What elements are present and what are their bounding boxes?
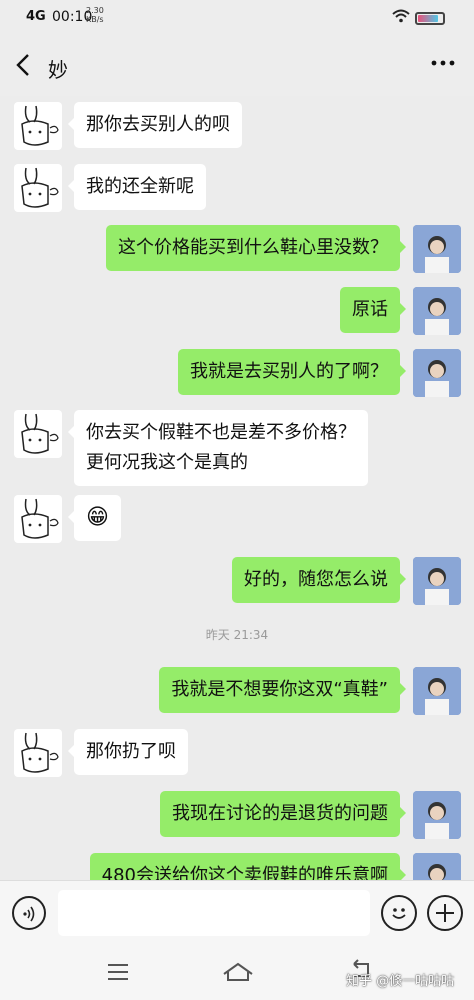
self-avatar[interactable] bbox=[413, 791, 461, 839]
self-avatar[interactable] bbox=[413, 349, 461, 397]
chevron-left-icon bbox=[16, 54, 29, 76]
user-photo-avatar-icon bbox=[413, 349, 461, 397]
contact-avatar[interactable] bbox=[14, 729, 62, 777]
emoji-icon bbox=[392, 908, 406, 919]
status-bar: 4G 00:10 2.30 KB/s bbox=[0, 0, 474, 38]
message-line: 更何况我这个是真的 bbox=[86, 452, 248, 473]
home-icon bbox=[223, 962, 253, 981]
user-photo-avatar-icon bbox=[413, 853, 461, 880]
message-bubble[interactable]: 我现在讨论的是退货的问题 bbox=[160, 791, 406, 837]
message-bubble[interactable]: 原话 bbox=[340, 287, 406, 333]
rabbit-avatar-icon bbox=[21, 167, 59, 208]
rabbit-avatar-icon bbox=[21, 105, 59, 146]
chat-title: 妙 bbox=[48, 58, 68, 82]
back-button[interactable] bbox=[12, 50, 42, 80]
message-timestamp: 昨天 21:34 bbox=[205, 628, 269, 642]
rabbit-avatar-icon bbox=[21, 413, 59, 454]
message-bubble[interactable]: 480会送给你这个卖假鞋的唯乐意啊 bbox=[89, 853, 407, 880]
emoji-button[interactable] bbox=[381, 895, 417, 931]
more-dots-icon bbox=[431, 60, 455, 66]
voice-icon bbox=[23, 906, 35, 922]
network-speed: 2.30 KB/s bbox=[86, 6, 104, 24]
chat-header: 妙 bbox=[0, 38, 474, 96]
message-bubble[interactable]: 那你去买别人的呗 bbox=[68, 102, 242, 148]
menu-icon bbox=[108, 964, 128, 980]
zhihu-watermark: 知乎 @倏一咕咕咕 bbox=[346, 974, 455, 989]
message-bubble[interactable]: 那你扔了呗 bbox=[68, 729, 188, 775]
contact-avatar[interactable] bbox=[14, 495, 62, 543]
self-avatar[interactable] bbox=[413, 667, 461, 715]
contact-avatar[interactable] bbox=[14, 164, 62, 212]
battery-icon bbox=[415, 12, 445, 25]
self-avatar[interactable] bbox=[413, 287, 461, 335]
rabbit-avatar-icon bbox=[21, 732, 59, 773]
contact-avatar[interactable] bbox=[14, 410, 62, 458]
message-bubble[interactable]: 好的，随您怎么说 bbox=[232, 557, 406, 603]
user-photo-avatar-icon bbox=[413, 557, 461, 605]
speed-unit: KB/s bbox=[86, 15, 104, 24]
system-nav-bar: 知乎 @倏一咕咕咕 bbox=[0, 946, 474, 1000]
recent-apps-button[interactable] bbox=[106, 962, 130, 988]
message-bubble[interactable]: 我就是不想要你这双“真鞋” bbox=[159, 667, 406, 713]
user-photo-avatar-icon bbox=[413, 791, 461, 839]
self-avatar[interactable] bbox=[413, 557, 461, 605]
network-indicator: 4G bbox=[26, 9, 46, 24]
plus-button[interactable] bbox=[427, 895, 463, 931]
message-bubble[interactable]: 这个价格能买到什么鞋心里没数？ bbox=[106, 225, 406, 271]
message-line: 你去买个假鞋不也是差不多价格？ bbox=[86, 422, 356, 443]
user-photo-avatar-icon bbox=[413, 225, 461, 273]
message-input-bar bbox=[0, 880, 474, 946]
message-text-input[interactable] bbox=[58, 890, 370, 936]
emoji-message-bubble[interactable]: 😁 bbox=[68, 495, 121, 541]
message-bubble[interactable]: 你去买个假鞋不也是差不多价格？ 更何况我这个是真的 bbox=[68, 410, 368, 486]
self-avatar[interactable] bbox=[413, 853, 461, 880]
self-avatar[interactable] bbox=[413, 225, 461, 273]
message-bubble[interactable]: 我的还全新呢 bbox=[68, 164, 206, 210]
user-photo-avatar-icon bbox=[413, 667, 461, 715]
chat-message-list[interactable]: 那你去买别人的呗 我的还全新呢 这个价格能买到什么鞋心里没数？ 原话 我就是去买… bbox=[0, 96, 474, 880]
home-button[interactable] bbox=[222, 960, 254, 990]
rabbit-avatar-icon bbox=[21, 498, 59, 539]
wifi-icon bbox=[392, 9, 410, 27]
user-photo-avatar-icon bbox=[413, 287, 461, 335]
plus-icon bbox=[436, 904, 454, 922]
speed-value: 2.30 bbox=[86, 6, 104, 15]
contact-avatar[interactable] bbox=[14, 102, 62, 150]
message-bubble[interactable]: 我就是去买别人的了啊？ bbox=[178, 349, 406, 395]
voice-button[interactable] bbox=[12, 896, 46, 930]
more-button[interactable] bbox=[430, 50, 456, 82]
